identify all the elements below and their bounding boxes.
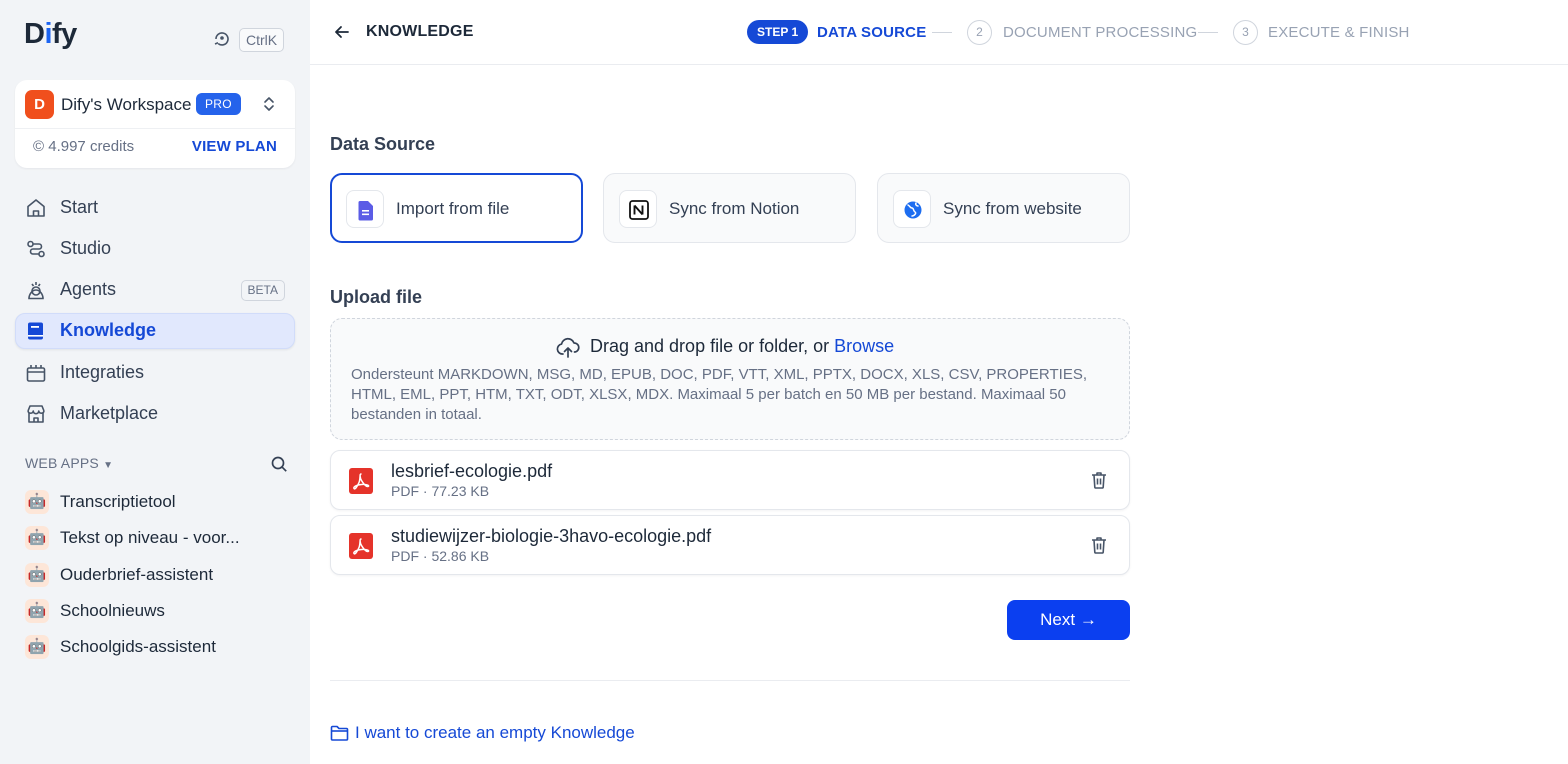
empty-knowledge-label: I want to create an empty Knowledge <box>355 723 635 742</box>
webapp-label: Ouderbrief-assistent <box>60 565 214 584</box>
nav-item-marketplace[interactable]: Marketplace <box>15 396 295 432</box>
arrow-left-icon[interactable] <box>332 22 352 42</box>
next-button[interactable]: Next → <box>1007 600 1130 640</box>
pdf-icon <box>349 468 373 494</box>
sync-from-website-option[interactable]: Sync from website <box>877 173 1130 243</box>
studio-icon <box>25 238 47 260</box>
credits-icon: © <box>33 138 45 155</box>
nav-item-studio[interactable]: Studio <box>15 231 295 267</box>
integrations-icon <box>25 362 47 384</box>
store-icon <box>25 403 47 425</box>
file-icon <box>346 190 384 228</box>
webapp-label: Transcriptietool <box>60 492 176 511</box>
dify-logo[interactable]: Dify <box>24 18 77 51</box>
notion-icon <box>619 190 657 228</box>
caret-down-icon: ▼ <box>103 460 114 471</box>
file-meta: PDF · 77.23 KB <box>391 483 490 499</box>
view-plan-link[interactable]: VIEW PLAN <box>192 138 277 155</box>
home-icon <box>25 197 47 219</box>
webapp-item[interactable]: 🤖 Transcriptietool <box>25 490 295 514</box>
webapp-item[interactable]: 🤖 Schoolnieuws <box>25 599 295 623</box>
nav-label: Agents <box>60 279 117 299</box>
cloud-upload-icon <box>555 335 581 361</box>
option-label: Import from file <box>396 199 510 218</box>
agent-icon <box>25 279 47 301</box>
search-icon[interactable] <box>212 28 232 48</box>
step-3-label: EXECUTE & FINISH <box>1268 24 1410 41</box>
nav-label: Start <box>60 197 99 217</box>
sync-from-notion-option[interactable]: Sync from Notion <box>603 173 856 243</box>
nav-item-start[interactable]: Start <box>15 190 295 226</box>
webapp-item[interactable]: 🤖 Ouderbrief-assistent <box>25 563 295 587</box>
file-name: studiewijzer-biologie-3havo-ecologie.pdf <box>391 526 712 546</box>
nav-label: Studio <box>60 238 112 258</box>
webapp-label: Tekst op niveau - voor... <box>60 528 240 547</box>
supported-formats-text: Ondersteunt MARKDOWN, MSG, MD, EPUB, DOC… <box>351 366 1088 423</box>
option-label: Sync from Notion <box>669 199 800 218</box>
webapp-label: Schoolnieuws <box>60 601 165 620</box>
file-dropzone[interactable]: Drag and drop file or folder, or Browse … <box>330 318 1130 440</box>
robot-icon: 🤖 <box>25 563 49 587</box>
file-meta: PDF · 52.86 KB <box>391 548 490 564</box>
robot-icon: 🤖 <box>25 635 49 659</box>
nav-item-agents[interactable]: Agents BETA <box>15 272 295 308</box>
step-3-number: 3 <box>1233 20 1258 45</box>
pdf-icon <box>349 533 373 559</box>
trash-icon[interactable] <box>1089 535 1109 555</box>
trash-icon[interactable] <box>1089 470 1109 490</box>
search-icon[interactable] <box>270 455 289 474</box>
plan-badge: PRO <box>196 93 241 115</box>
chevron-up-down-icon[interactable] <box>260 95 278 113</box>
step-connector <box>932 32 952 33</box>
book-icon <box>25 320 47 342</box>
step-connector <box>1198 32 1218 33</box>
arrow-right-icon: → <box>1079 610 1097 629</box>
data-source-title: Data Source <box>330 134 436 154</box>
topbar: KNOWLEDGE STEP 1 DATA SOURCE 2 DOCUMENT … <box>310 0 1568 65</box>
webapp-label: Schoolgids-assistent <box>60 637 216 656</box>
nav-label: Integraties <box>60 362 145 382</box>
browse-link[interactable]: Browse <box>834 336 894 356</box>
beta-badge: BETA <box>240 280 285 301</box>
webapps-title-text: WEB APPS <box>25 455 99 471</box>
nav-label: Knowledge <box>60 320 157 340</box>
next-label: Next <box>1040 610 1076 629</box>
nav-item-knowledge[interactable]: Knowledge <box>15 313 295 349</box>
sidebar: Dify CtrlK D Dify's Workspace PRO © 4.99… <box>0 0 310 764</box>
webapps-title[interactable]: WEB APPS ▼ <box>25 455 113 471</box>
workspace-name[interactable]: Dify's Workspace <box>61 95 191 115</box>
step-1-label: DATA SOURCE <box>817 24 927 41</box>
step-1-badge: STEP 1 <box>747 20 809 44</box>
webapp-item[interactable]: 🤖 Schoolgids-assistent <box>25 635 295 659</box>
page-title: KNOWLEDGE <box>366 23 474 40</box>
nav-label: Marketplace <box>60 403 159 423</box>
globe-icon <box>893 190 931 228</box>
shortcut-hint: CtrlK <box>239 28 285 52</box>
divider <box>330 680 1130 681</box>
upload-file-title: Upload file <box>330 287 423 307</box>
dropzone-text: Drag and drop file or folder, or Browse <box>590 336 894 357</box>
folder-icon <box>330 724 349 742</box>
uploaded-file-row[interactable]: lesbrief-ecologie.pdf PDF · 77.23 KB <box>330 450 1130 510</box>
robot-icon: 🤖 <box>25 599 49 623</box>
step-2-number: 2 <box>967 20 992 45</box>
drop-text: Drag and drop file or folder, or <box>590 336 835 356</box>
robot-icon: 🤖 <box>25 526 49 550</box>
file-name: lesbrief-ecologie.pdf <box>391 461 553 481</box>
webapp-item[interactable]: 🤖 Tekst op niveau - voor... <box>25 526 295 550</box>
uploaded-file-row[interactable]: studiewijzer-biologie-3havo-ecologie.pdf… <box>330 515 1130 575</box>
workspace-avatar[interactable]: D <box>25 90 54 119</box>
workspace-card: D Dify's Workspace PRO © 4.997 credits V… <box>15 80 295 168</box>
credits-info: © 4.997 credits <box>33 138 134 155</box>
credits-text: 4.997 credits <box>48 138 135 155</box>
option-label: Sync from website <box>943 199 1082 218</box>
robot-icon: 🤖 <box>25 490 49 514</box>
step-2-label: DOCUMENT PROCESSING <box>1003 24 1198 41</box>
nav-item-integraties[interactable]: Integraties <box>15 355 295 391</box>
workspace-divider <box>15 128 295 129</box>
import-from-file-option[interactable]: Import from file <box>330 173 583 243</box>
